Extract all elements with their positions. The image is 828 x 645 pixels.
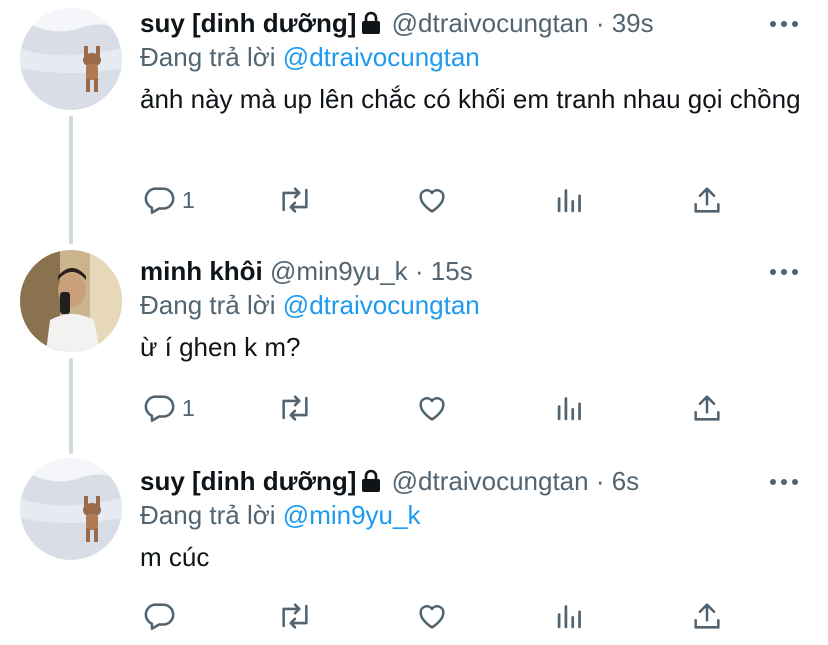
- more-icon[interactable]: [770, 10, 798, 38]
- more-icon[interactable]: [770, 468, 798, 496]
- like-button[interactable]: [415, 596, 449, 636]
- analytics-icon: [555, 391, 585, 425]
- reply-count: 1: [182, 394, 195, 421]
- reply-icon: [142, 599, 176, 633]
- lock-icon: [360, 467, 382, 498]
- tweet-header: suy [dinh dưỡng] @dtraivocungtan · 6s: [140, 464, 768, 498]
- tweet-text: ảnh này mà up lên chắc có khối em tranh …: [140, 84, 801, 114]
- lock-icon: [360, 9, 382, 40]
- avatar[interactable]: [20, 8, 122, 110]
- like-button[interactable]: [415, 388, 449, 428]
- action-bar: [0, 596, 828, 636]
- replying-to: Đang trả lời @dtraivocungtan: [140, 40, 480, 74]
- reply-button[interactable]: 1: [142, 388, 195, 428]
- mention-link[interactable]: @dtraivocungtan: [283, 42, 480, 72]
- analytics-icon: [555, 183, 585, 217]
- tweet-header: suy [dinh dưỡng] @dtraivocungtan · 39s: [140, 6, 768, 40]
- heart-icon: [415, 391, 449, 425]
- avatar[interactable]: [20, 250, 122, 352]
- replying-to-label: Đang trả lời: [140, 290, 276, 320]
- retweet-button[interactable]: [276, 180, 314, 220]
- share-button[interactable]: [690, 596, 724, 636]
- mention-link[interactable]: @min9yu_k: [283, 500, 421, 530]
- retweet-icon: [276, 391, 314, 425]
- share-button[interactable]: [690, 388, 724, 428]
- display-name[interactable]: suy [dinh dưỡng]: [140, 8, 356, 38]
- tweet-text: m cúc: [140, 542, 210, 572]
- retweet-icon: [276, 599, 314, 633]
- retweet-button[interactable]: [276, 596, 314, 636]
- reply-button[interactable]: 1: [142, 180, 195, 220]
- handle[interactable]: @dtraivocungtan: [392, 466, 589, 496]
- share-icon: [690, 183, 724, 217]
- share-icon: [690, 391, 724, 425]
- handle[interactable]: @min9yu_k: [270, 256, 408, 286]
- replying-to-label: Đang trả lời: [140, 42, 276, 72]
- heart-icon: [415, 183, 449, 217]
- replying-to: Đang trả lời @min9yu_k: [140, 498, 420, 532]
- timestamp[interactable]: · 6s: [596, 466, 639, 496]
- analytics-button[interactable]: [555, 596, 585, 636]
- avatar[interactable]: [20, 458, 122, 560]
- display-name[interactable]: minh khôi: [140, 256, 263, 286]
- heart-icon: [415, 599, 449, 633]
- timestamp[interactable]: · 15s: [415, 256, 473, 286]
- share-icon: [690, 599, 724, 633]
- handle[interactable]: @dtraivocungtan: [392, 8, 589, 38]
- replying-to: Đang trả lời @dtraivocungtan: [140, 288, 480, 322]
- action-bar: 1: [0, 180, 828, 220]
- tweet[interactable]: suy [dinh dưỡng] @dtraivocungtan · 39s Đ…: [0, 0, 828, 240]
- timestamp[interactable]: · 39s: [596, 8, 654, 38]
- tweet-header: minh khôi @min9yu_k · 15s: [140, 254, 768, 288]
- reply-count: 1: [182, 186, 195, 213]
- share-button[interactable]: [690, 180, 724, 220]
- more-icon[interactable]: [770, 258, 798, 286]
- like-button[interactable]: [415, 180, 449, 220]
- retweet-icon: [276, 183, 314, 217]
- reply-icon: [142, 391, 176, 425]
- reply-icon: [142, 183, 176, 217]
- action-bar: 1: [0, 388, 828, 428]
- tweet[interactable]: minh khôi @min9yu_k · 15s Đang trả lời @…: [0, 248, 828, 448]
- analytics-button[interactable]: [555, 180, 585, 220]
- replying-to-label: Đang trả lời: [140, 500, 276, 530]
- tweet[interactable]: suy [dinh dưỡng] @dtraivocungtan · 6s Đa…: [0, 458, 828, 645]
- retweet-button[interactable]: [276, 388, 314, 428]
- display-name[interactable]: suy [dinh dưỡng]: [140, 466, 356, 496]
- reply-button[interactable]: [142, 596, 182, 636]
- mention-link[interactable]: @dtraivocungtan: [283, 290, 480, 320]
- analytics-icon: [555, 599, 585, 633]
- analytics-button[interactable]: [555, 388, 585, 428]
- tweet-text: ừ í ghen k m?: [140, 332, 301, 362]
